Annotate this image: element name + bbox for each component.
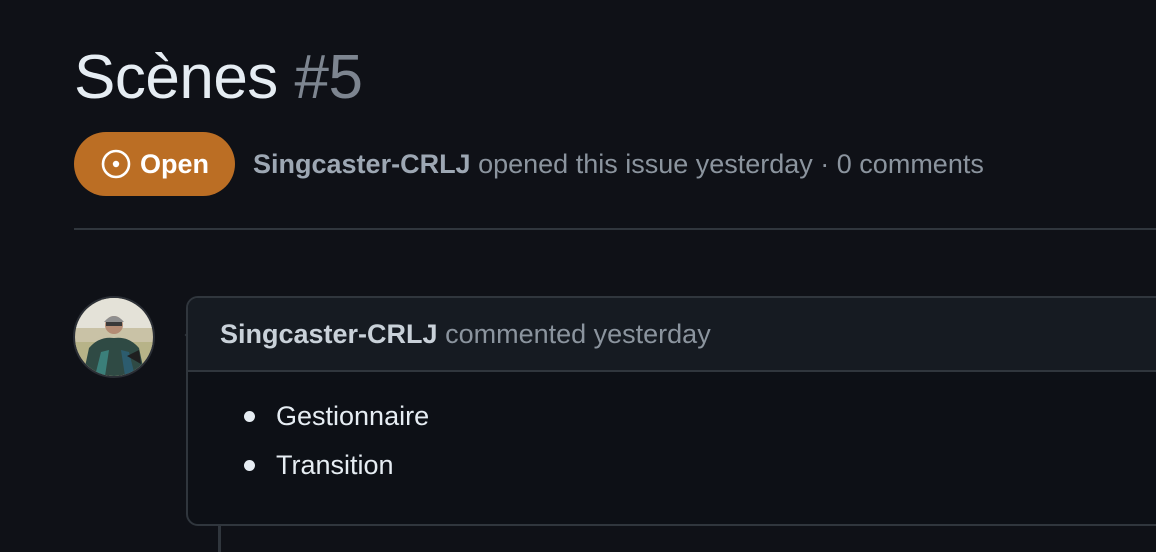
bullet-icon (244, 411, 255, 422)
issue-page: Scènes #5 Open Singcaster-CRLJ opened th… (0, 0, 1156, 552)
issue-author-link[interactable]: Singcaster-CRLJ (253, 149, 471, 179)
list-item-text: Transition (276, 450, 394, 480)
comment-header: Singcaster-CRLJ commented yesterday (188, 298, 1156, 372)
issue-number: #5 (294, 43, 363, 112)
issue-meta: Open Singcaster-CRLJ opened this issue y… (74, 132, 984, 196)
issue-meta-suffix: opened this issue yesterday · 0 comments (478, 148, 984, 179)
status-badge: Open (74, 132, 236, 196)
comment-body: Gestionnaire Transition (188, 372, 1156, 490)
timeline-line (218, 525, 221, 552)
header-divider (74, 228, 1156, 230)
list-item-text: Gestionnaire (276, 401, 430, 431)
avatar[interactable] (73, 296, 155, 378)
comment-box: Singcaster-CRLJ commented yesterday Gest… (186, 296, 1156, 526)
list-item: Gestionnaire (188, 392, 1156, 441)
issue-meta-text: Singcaster-CRLJ opened this issue yester… (253, 149, 984, 180)
list-item: Transition (188, 441, 1156, 490)
comment-action: commented yesterday (445, 318, 711, 349)
comment-author-link[interactable]: Singcaster-CRLJ (220, 319, 438, 350)
issue-title: Scènes #5 (74, 38, 363, 118)
bullet-icon (244, 460, 255, 471)
issue-title-text: Scènes (74, 43, 278, 112)
user-avatar-icon (75, 298, 153, 376)
comment-list: Gestionnaire Transition (188, 392, 1156, 490)
status-badge-label: Open (140, 148, 210, 179)
issue-open-icon (101, 149, 131, 179)
